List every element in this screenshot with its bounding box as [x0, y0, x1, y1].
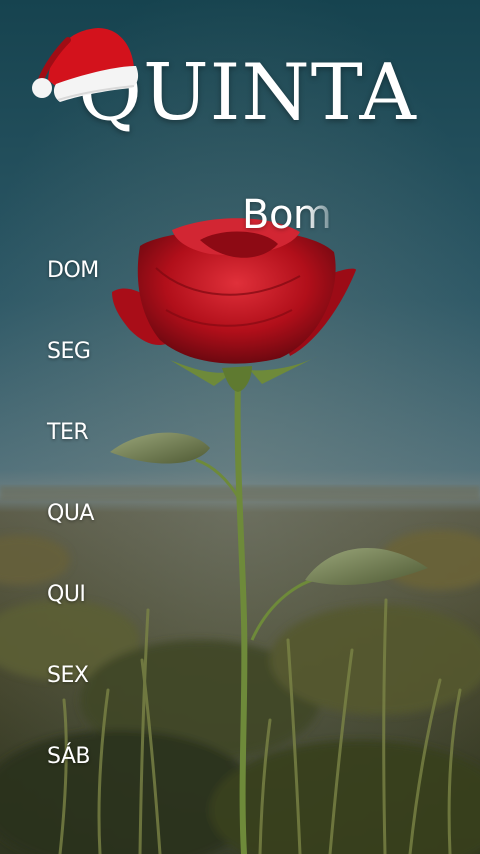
weekday-qua: QUA: [47, 501, 94, 526]
weekday-dom: DOM: [47, 258, 99, 283]
weekday-qui: QUI: [47, 582, 86, 607]
weekday-seg: SEG: [47, 339, 91, 364]
weekday-sex: SEX: [47, 663, 89, 688]
santa-hat-icon: [32, 28, 139, 102]
weekday-sab: SÁB: [47, 744, 91, 769]
weekday-list: DOM SEG TER QUA QUI SEX SÁB: [47, 256, 99, 823]
greeting-text: Bom: [242, 192, 332, 238]
story-card: QUINTA Bom DOM SEG TER QUA QUI SEX SÁB: [0, 0, 480, 854]
weekday-ter: TER: [47, 420, 89, 445]
